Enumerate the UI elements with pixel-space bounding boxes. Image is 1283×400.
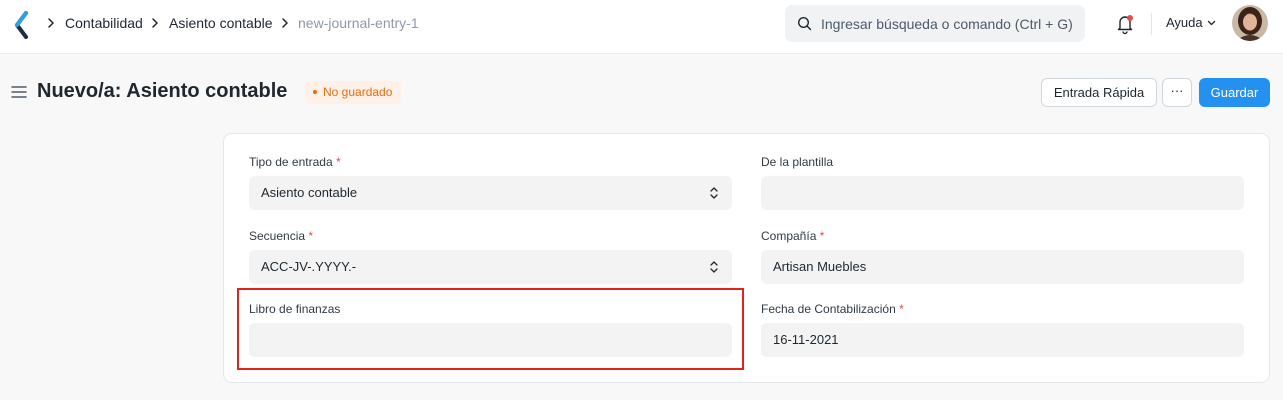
select-arrows-icon (710, 261, 718, 273)
status-badge: No guardado (305, 81, 402, 104)
chevron-right-icon (48, 18, 54, 28)
naming-series-value: ACC-JV-.YYYY.- (261, 259, 357, 274)
save-button[interactable]: Guardar (1199, 78, 1270, 107)
avatar-portrait-icon (1232, 5, 1268, 41)
breadcrumb-current: new-journal-entry-1 (298, 15, 419, 31)
navbar: Contabilidad Asiento contable new-journa… (0, 0, 1283, 54)
breadcrumb-journal-entry[interactable]: Asiento contable (169, 14, 273, 32)
posting-date-label: Fecha de Contabilización * (761, 301, 904, 317)
page-title: Nuevo/a: Asiento contable (37, 80, 288, 102)
sidebar-toggle-icon[interactable] (11, 85, 27, 99)
posting-date-label-text: Fecha de Contabilización (761, 302, 896, 316)
posting-date-input[interactable]: 16-11-2021 (761, 323, 1244, 357)
chevron-down-icon[interactable] (1207, 19, 1216, 27)
naming-series-label: Secuencia * (249, 228, 313, 244)
notification-bell-icon[interactable] (1115, 13, 1135, 35)
required-mark: * (899, 302, 904, 316)
from-template-label: De la plantilla (761, 155, 834, 169)
more-actions-button[interactable]: ··· (1162, 78, 1192, 107)
status-dot (313, 89, 317, 94)
quick-entry-button[interactable]: Entrada Rápida (1041, 78, 1157, 107)
entry-type-label-text: Tipo de entrada (249, 155, 333, 169)
company-label: Compañía * (761, 228, 824, 244)
entry-type-value: Asiento contable (261, 185, 358, 200)
app-logo-icon[interactable] (13, 11, 31, 39)
naming-series-select[interactable]: ACC-JV-.YYYY.- (249, 250, 732, 284)
from-template-input[interactable] (761, 176, 1244, 210)
search-icon (797, 16, 812, 31)
select-arrows-icon (710, 187, 718, 199)
user-avatar[interactable] (1232, 5, 1268, 41)
search-input[interactable]: Ingresar búsqueda o comando (Ctrl + G) (785, 5, 1085, 42)
company-label-text: Compañía (761, 229, 817, 243)
help-menu[interactable]: Ayuda (1166, 15, 1203, 31)
chevron-right-icon (282, 18, 288, 28)
breadcrumb-accounting[interactable]: Contabilidad (65, 14, 143, 32)
chevron-right-icon (152, 18, 158, 28)
entry-type-select[interactable]: Asiento contable (249, 176, 732, 210)
finance-book-highlight (237, 288, 744, 370)
entry-type-label: Tipo de entrada * (249, 154, 341, 170)
company-input[interactable]: Artisan Muebles (761, 250, 1244, 284)
required-mark: * (819, 229, 825, 243)
required-mark: * (335, 155, 341, 169)
required-mark: * (308, 229, 314, 243)
naming-series-label-text: Secuencia (249, 229, 306, 243)
search-placeholder: Ingresar búsqueda o comando (Ctrl + G) (821, 16, 1073, 32)
navbar-divider (1151, 13, 1152, 35)
status-text: No guardado (323, 85, 393, 99)
